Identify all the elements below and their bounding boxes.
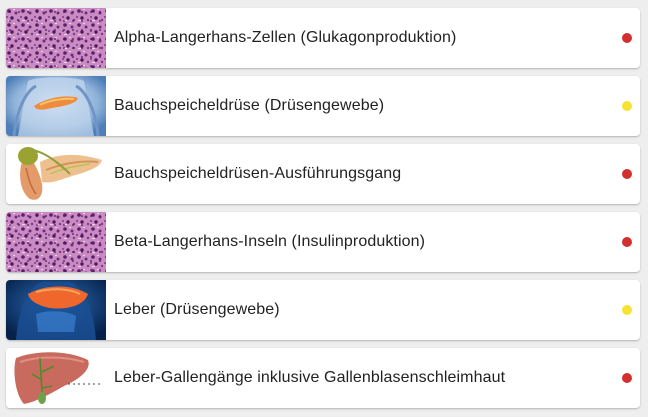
list-item[interactable]: Bauchspeicheldrüse (Drüsengewebe) <box>6 76 640 136</box>
organ-list: Alpha-Langerhans-Zellen (Glukagonprodukt… <box>0 8 648 408</box>
list-item[interactable]: Bauchspeicheldrüsen-Ausführungsgang <box>6 144 640 204</box>
list-item-label: Leber-Gallengänge inklusive Gallenblasen… <box>114 369 506 386</box>
status-dot <box>622 237 632 247</box>
list-item[interactable]: Alpha-Langerhans-Zellen (Glukagonprodukt… <box>6 8 640 68</box>
list-item-label: Bauchspeicheldrüse (Drüsengewebe) <box>114 97 385 114</box>
list-item-label: Alpha-Langerhans-Zellen (Glukagonprodukt… <box>114 29 457 46</box>
status-dot <box>622 373 632 383</box>
status-dot <box>622 169 632 179</box>
pancreas-body-image <box>6 76 106 136</box>
pancreas-duct-image <box>6 144 106 204</box>
list-item[interactable]: Leber-Gallengänge inklusive Gallenblasen… <box>6 348 640 408</box>
histology-tissue-image <box>6 212 106 272</box>
status-dot <box>622 305 632 315</box>
status-dot <box>622 101 632 111</box>
status-dot <box>622 33 632 43</box>
liver-body-image <box>6 280 106 340</box>
list-item[interactable]: Beta-Langerhans-Inseln (Insulinproduktio… <box>6 212 640 272</box>
list-item-label: Leber (Drüsengewebe) <box>114 301 280 318</box>
list-item[interactable]: Leber (Drüsengewebe) <box>6 280 640 340</box>
list-item-label: Bauchspeicheldrüsen-Ausführungsgang <box>114 165 402 182</box>
liver-bile-duct-image <box>6 348 106 408</box>
list-item-label: Beta-Langerhans-Inseln (Insulinproduktio… <box>114 233 426 250</box>
histology-tissue-image <box>6 8 106 68</box>
